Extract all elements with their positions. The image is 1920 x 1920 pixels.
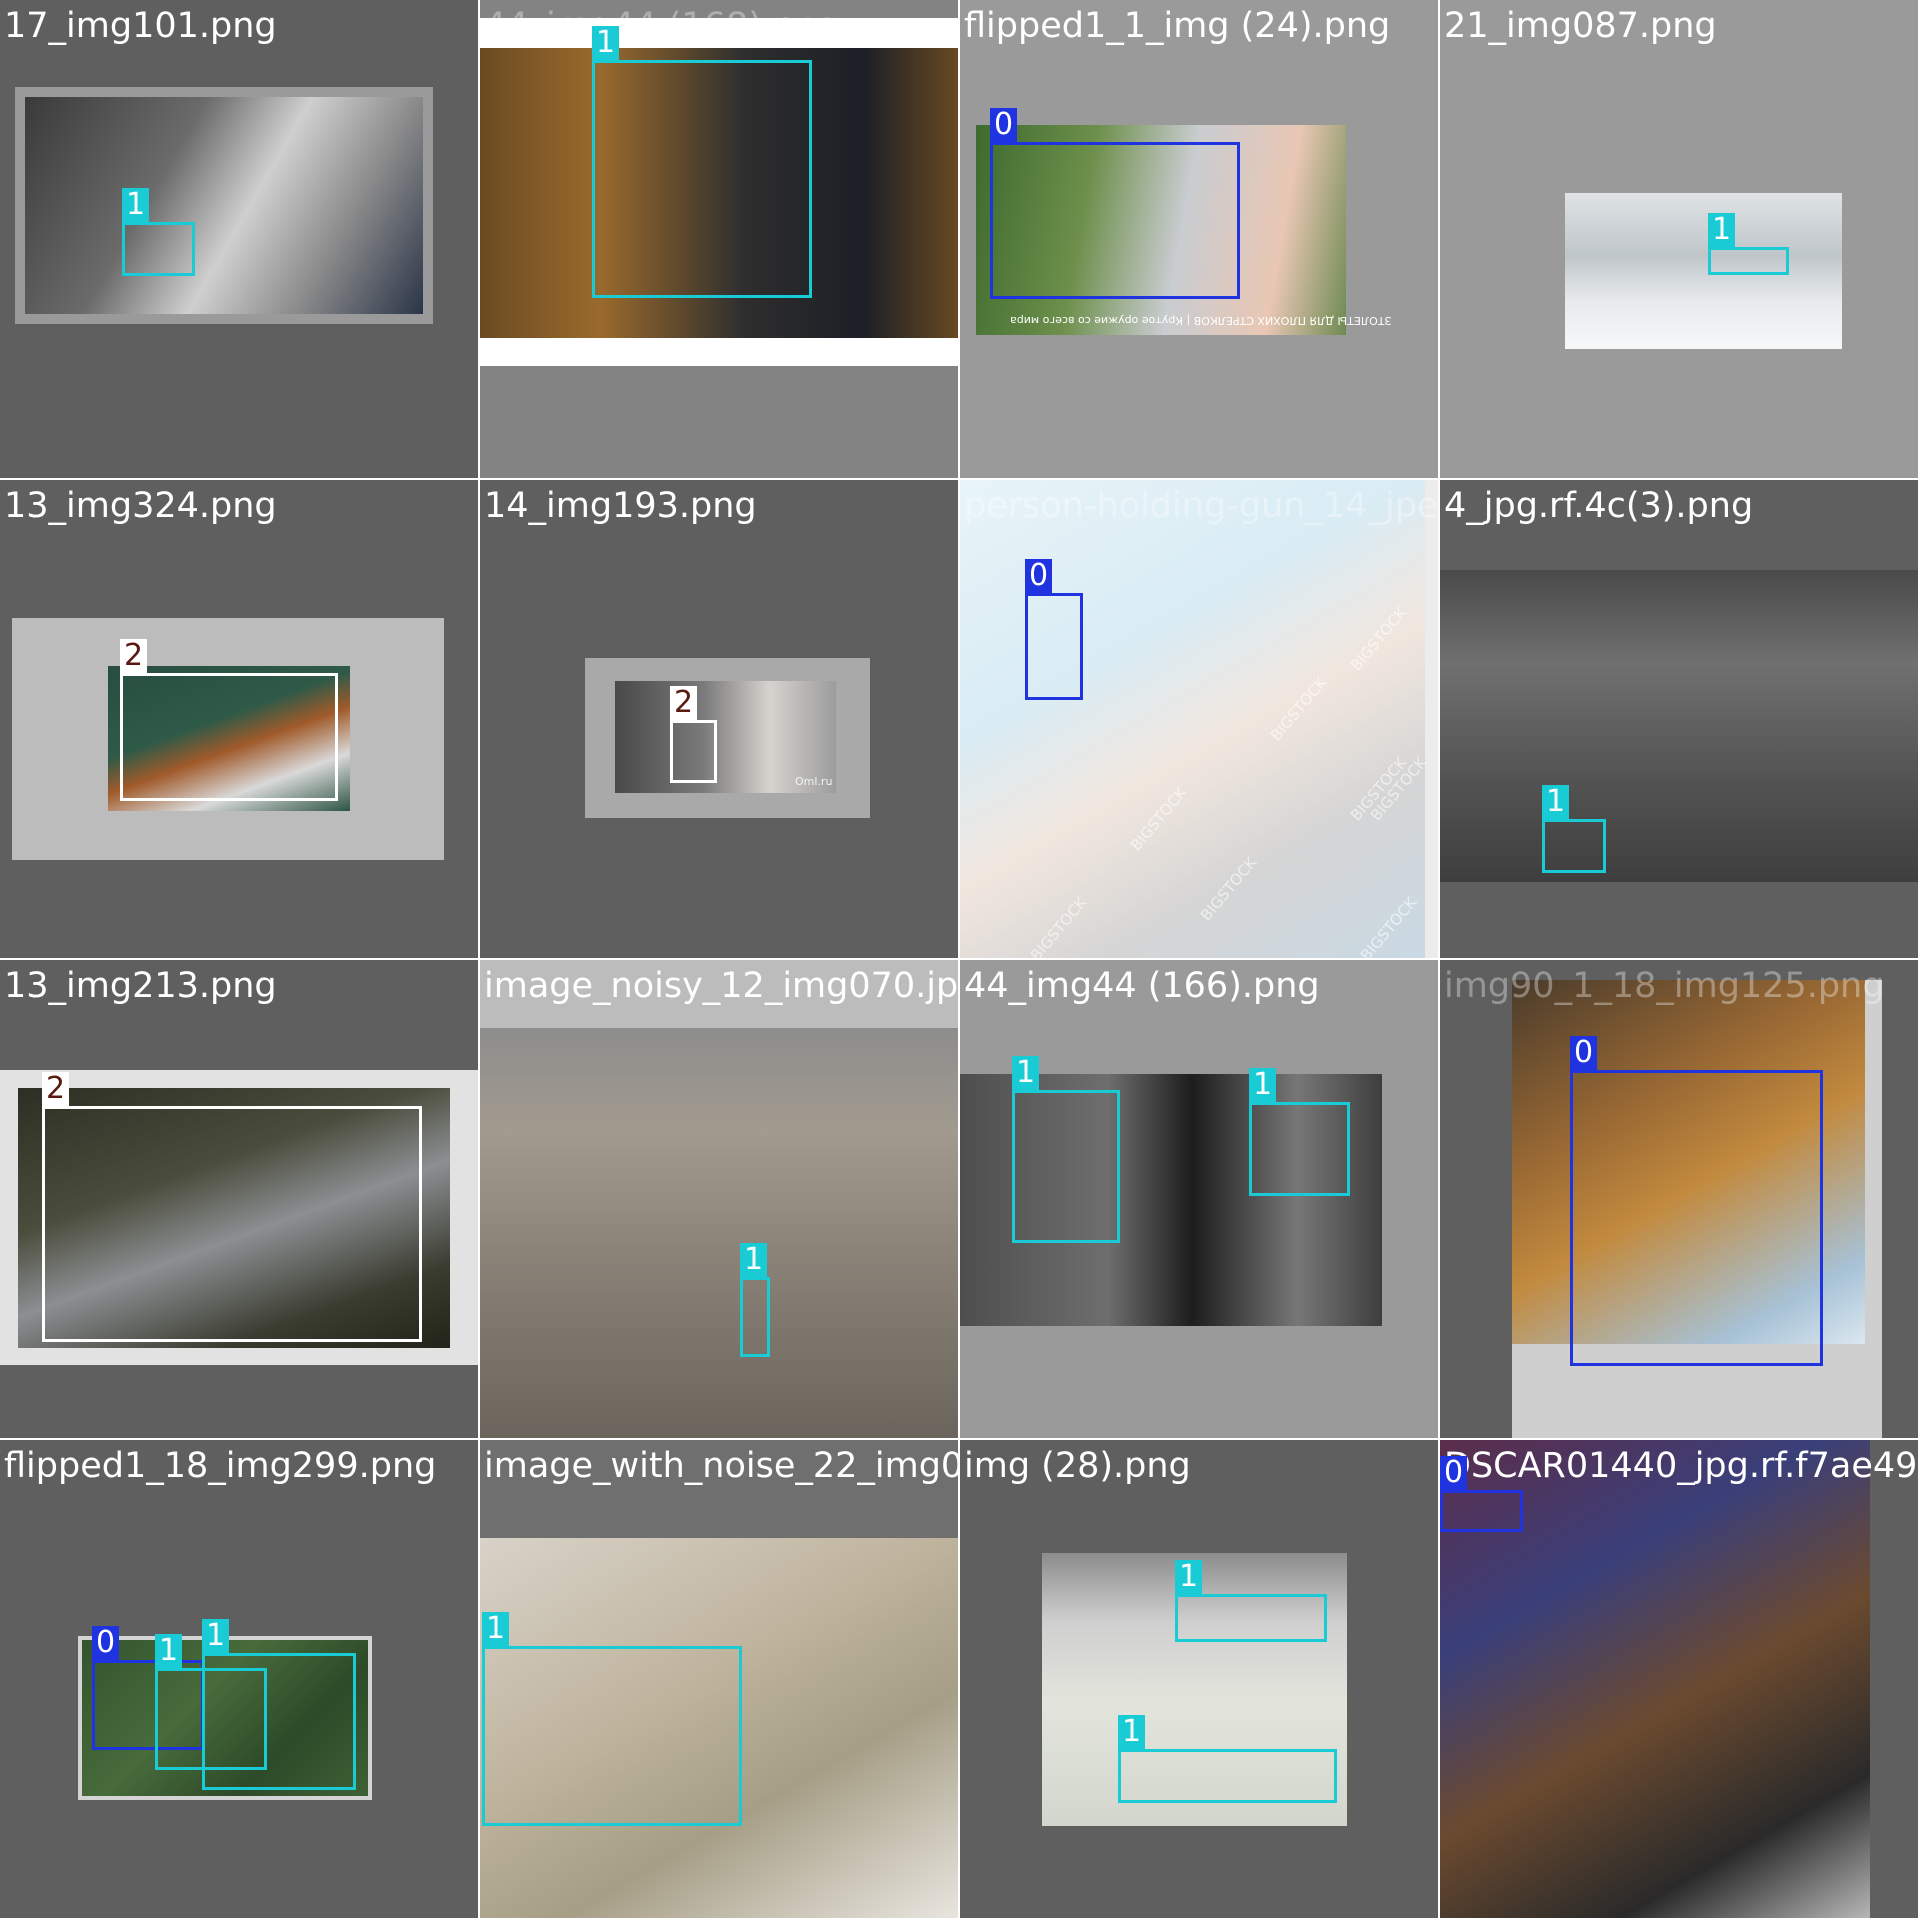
- detection-box-class-1: [592, 60, 812, 298]
- detection-label: 0: [1440, 1456, 1468, 1490]
- detection-box-class-2: [42, 1106, 422, 1342]
- detection-box-class-1: [482, 1646, 742, 1826]
- tile-photo: [15, 87, 433, 324]
- mosaic-tile: 13_img213.png 2: [0, 960, 478, 1438]
- detection-box-class-1: [1542, 819, 1606, 873]
- tile-filename: 13_img213.png: [4, 966, 277, 1006]
- tile-photo: [1440, 570, 1918, 882]
- detection-mosaic: 17_img101.png 1 44_img44 (168).png 1 ЗТОЛЕТЫ…: [0, 0, 1920, 1920]
- tile-filename: 4_jpg.rf.4c(3).png: [1444, 486, 1754, 526]
- detection-label: 1: [740, 1243, 768, 1277]
- detection-box-class-1: [202, 1653, 356, 1790]
- detection-label: 0: [1025, 559, 1053, 593]
- detection-box-class-0: [1440, 1490, 1523, 1532]
- detection-box-class-0: [990, 142, 1240, 299]
- detection-label: 1: [592, 26, 620, 60]
- photo-watermark: Oml.ru: [795, 775, 833, 788]
- mosaic-tile: image_with_noise_22_img012.jpg 1: [480, 1440, 958, 1918]
- tile-filename: img90_1_18_img125.png: [1444, 966, 1885, 1006]
- detection-label: 0: [1570, 1036, 1598, 1070]
- mosaic-tile: 17_img101.png 1: [0, 0, 478, 478]
- detection-label: 1: [1249, 1068, 1277, 1102]
- tile-photo: [1565, 193, 1842, 349]
- mosaic-tile: DSCAR01440_jpg.rf.f7ae49f90e0: [1440, 1440, 1918, 1918]
- detection-label: 0: [990, 108, 1018, 142]
- tile-filename: img (28).png: [964, 1446, 1191, 1486]
- tile-photo: [480, 1028, 958, 1438]
- letterbox-band: [480, 338, 958, 366]
- detection-box-class-0: [1570, 1070, 1823, 1366]
- tile-filename: 13_img324.png: [4, 486, 277, 526]
- mosaic-tile: img (28).png 1 1: [960, 1440, 1438, 1918]
- mosaic-tile: Oml.ru 14_img193.png 2: [480, 480, 958, 958]
- tile-filename: 44_img44 (166).png: [964, 966, 1320, 1006]
- detection-label: 1: [1175, 1560, 1203, 1594]
- detection-label: 1: [1542, 785, 1570, 819]
- tile-filename: 21_img087.png: [1444, 6, 1717, 46]
- detection-box-class-2: [670, 720, 717, 783]
- detection-box-class-1: [740, 1277, 770, 1357]
- detection-box-class-2: [120, 673, 338, 801]
- tile-filename: image_with_noise_22_img012.jpg: [484, 1446, 958, 1486]
- tile-filename: DSCAR01440_jpg.rf.f7ae49f90e: [1444, 1446, 1918, 1486]
- detection-label: 1: [202, 1619, 230, 1653]
- mosaic-tile: 21_img087.png 1: [1440, 0, 1918, 478]
- detection-box-class-1: [122, 222, 195, 276]
- mosaic-tile: 13_img324.png 2: [0, 480, 478, 958]
- detection-label: 1: [155, 1634, 183, 1668]
- tile-filename: person-holding-gun_14_jpeg: [964, 486, 1438, 526]
- detection-box-class-1: [1175, 1594, 1327, 1642]
- detection-label: 1: [122, 188, 150, 222]
- detection-label: 1: [482, 1612, 510, 1646]
- mosaic-tile: 4_jpg.rf.4c(3).png 1: [1440, 480, 1918, 958]
- detection-label: 1: [1708, 213, 1736, 247]
- detection-label: 0: [92, 1626, 120, 1660]
- photo-caption: ЗТОЛЕТЫ ДЛЯ ПЛОХИХ СТРЕЛКОВ | Крутое ору…: [1010, 314, 1392, 327]
- mosaic-tile: 44_img44 (168).png 1: [480, 0, 958, 478]
- detection-label: 1: [1118, 1715, 1146, 1749]
- detection-label: 2: [42, 1072, 70, 1106]
- detection-box-class-1: [1118, 1749, 1337, 1803]
- mosaic-tile: BIGSTOCK BIGSTOCK BIGSTOCK BIGSTOCK BIGSTOCK…: [960, 480, 1438, 958]
- tile-photo: [960, 480, 1425, 958]
- detection-label: 1: [1012, 1056, 1040, 1090]
- mosaic-tile: image_noisy_12_img070.jpg 1: [480, 960, 958, 1438]
- detection-box-class-1: [1012, 1090, 1120, 1243]
- tile-filename: 14_img193.png: [484, 486, 757, 526]
- mosaic-tile: img90_1_18_img125.png 0: [1440, 960, 1918, 1438]
- detection-box-class-1: [1708, 247, 1789, 275]
- mosaic-tile: flipped1_18_img299.png 0 1 1: [0, 1440, 478, 1918]
- detection-box-class-0: [1025, 593, 1083, 700]
- mosaic-tile: ЗТОЛЕТЫ ДЛЯ ПЛОХИХ СТРЕЛКОВ | Крутое ору…: [960, 0, 1438, 478]
- mosaic-tile: 44_img44 (166).png 1 1: [960, 960, 1438, 1438]
- tile-filename: flipped1_18_img299.png: [4, 1446, 437, 1486]
- tile-filename: 17_img101.png: [4, 6, 277, 46]
- tile-filename: flipped1_1_img (24).png: [964, 6, 1391, 46]
- tile-filename: image_noisy_12_img070.jpg: [484, 966, 958, 1006]
- detection-box-class-1: [1249, 1102, 1350, 1196]
- detection-label: 2: [120, 639, 148, 673]
- tile-filename: 44_img44 (168).png: [484, 6, 840, 46]
- detection-label: 2: [670, 686, 698, 720]
